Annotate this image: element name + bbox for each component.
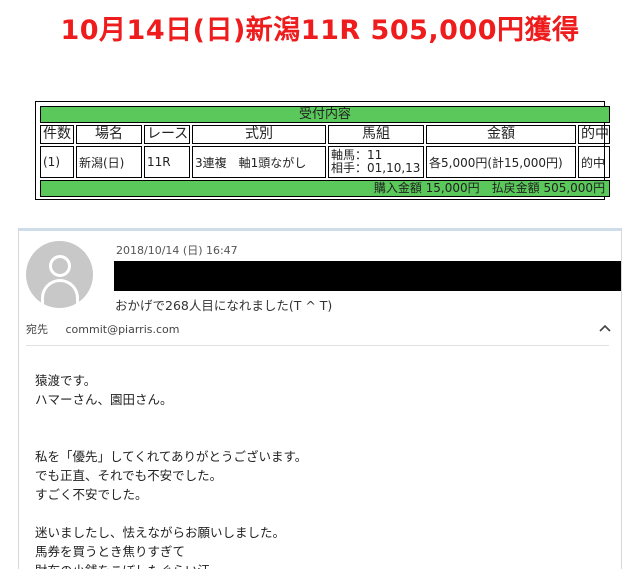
header-divider bbox=[26, 345, 609, 346]
chevron-up-icon[interactable] bbox=[599, 321, 611, 335]
body-line: でも正直、それでも不安でした。 bbox=[35, 468, 223, 483]
bet-receipt-table: 受付内容 件数 場名 レース 式別 馬組 金額 的中 (1) 新潟(日) 11R… bbox=[35, 101, 611, 200]
receipt-caption: 受付内容 bbox=[40, 106, 611, 123]
body-line: 馬券を買うとき焦りすぎて bbox=[35, 544, 186, 559]
to-label: 宛先 bbox=[26, 323, 48, 336]
cell-count: (1) bbox=[40, 146, 74, 178]
header-venue: 場名 bbox=[76, 125, 142, 144]
header-count: 件数 bbox=[40, 125, 74, 144]
email-subject: おかげで268人目になれました(T ^ T) bbox=[115, 298, 333, 313]
cell-venue: 新潟(日) bbox=[76, 146, 142, 178]
body-line: 猿渡です。 bbox=[35, 373, 97, 388]
page-headline: 10月14日(日)新潟11R 505,000円獲得 bbox=[60, 15, 580, 46]
email-date: 2018/10/14 (日) 16:47 bbox=[116, 244, 238, 257]
cell-bet-type: 3連複 軸1頭ながし bbox=[192, 146, 326, 178]
redacted-sender-bar bbox=[114, 261, 621, 291]
partner-horses: 相手：01,10,13 bbox=[331, 161, 421, 175]
cell-amount: 各5,000円(計15,000円) bbox=[426, 146, 576, 178]
sender-avatar-icon bbox=[26, 241, 93, 308]
email-message: 2018/10/14 (日) 16:47 おかげで268人目になれました(T ^… bbox=[18, 228, 622, 569]
table-row: (1) 新潟(日) 11R 3連複 軸1頭ながし 軸馬：11 相手：01,10,… bbox=[40, 146, 611, 178]
body-line: 私を「優先」してくれてありがとうございます。 bbox=[35, 449, 308, 464]
header-combination: 馬組 bbox=[328, 125, 424, 144]
recipient-row: 宛先 commit@piarris.com bbox=[26, 321, 180, 337]
body-line: 迷いましたし、怯えながらお願いしました。 bbox=[35, 525, 286, 540]
cell-hit: 的中 bbox=[578, 146, 611, 178]
body-line: すごく不安でした。 bbox=[35, 487, 148, 502]
header-bet-type: 式別 bbox=[192, 125, 326, 144]
header-hit: 的中 bbox=[578, 125, 611, 144]
email-body: 猿渡です。 ハマーさん、園田さん。 私を「優先」してくれてありがとうございます。… bbox=[35, 371, 307, 569]
body-line: ハマーさん、園田さん。 bbox=[35, 392, 173, 407]
header-amount: 金額 bbox=[426, 125, 576, 144]
to-address[interactable]: commit@piarris.com bbox=[66, 323, 180, 336]
body-line: 財布の小銭をこぼしたぐらい汗 bbox=[35, 561, 307, 569]
header-race: レース bbox=[144, 125, 190, 144]
receipt-totals: 購入金額 15,000円 払戻金額 505,000円 bbox=[40, 180, 611, 197]
cell-combination: 軸馬：11 相手：01,10,13 bbox=[328, 146, 424, 178]
cell-race: 11R bbox=[144, 146, 190, 178]
